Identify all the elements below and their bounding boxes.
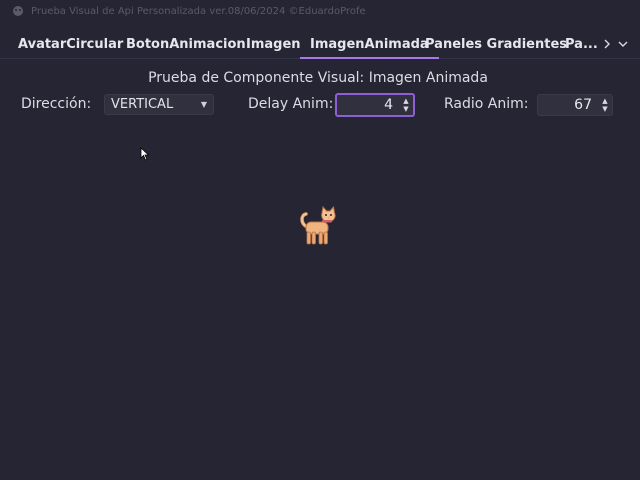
tab-boton-animacion[interactable]: BotonAnimacion — [126, 30, 246, 58]
chevron-right-icon[interactable] — [600, 30, 614, 58]
window-title: Prueba Visual de Api Personalizada ver.0… — [31, 5, 366, 17]
chevron-down-icon[interactable] — [616, 30, 630, 58]
tab-paneles-gradientes[interactable]: Paneles Gradientes — [425, 30, 567, 58]
delay-value: 4 — [384, 97, 393, 113]
app-window: Prueba Visual de Api Personalizada ver.0… — [0, 0, 640, 480]
radius-value: 67 — [574, 97, 592, 113]
spinner-arrows-icon[interactable]: ▲ ▼ — [399, 95, 413, 115]
radius-label: Radio Anim: — [444, 96, 529, 112]
direction-combo[interactable]: VERTICAL ▼ — [104, 94, 214, 115]
tab-imagen-animada[interactable]: ImagenAnimada — [300, 30, 439, 59]
triangle-down-icon: ▼ — [200, 100, 207, 109]
spinner-arrows-icon[interactable]: ▲ ▼ — [598, 95, 612, 115]
tab-imagen[interactable]: Imagen — [246, 30, 301, 58]
radius-spinner[interactable]: 67 ▲ ▼ — [537, 94, 613, 116]
cat-icon — [300, 205, 336, 245]
panel-heading: Prueba de Componente Visual: Imagen Anim… — [148, 70, 488, 86]
direction-label: Dirección: — [21, 96, 92, 112]
delay-label: Delay Anim: — [248, 96, 334, 112]
tab-avatar-circular[interactable]: AvatarCircular — [18, 30, 123, 58]
mouse-cursor-icon — [140, 147, 150, 161]
tab-truncated[interactable]: Pa... — [565, 30, 598, 58]
delay-spinner[interactable]: 4 ▲ ▼ — [335, 93, 415, 117]
direction-value: VERTICAL — [111, 97, 174, 112]
tab-bar: AvatarCircular BotonAnimacion Imagen Ima… — [0, 30, 640, 59]
app-icon — [11, 4, 25, 18]
title-bar[interactable]: Prueba Visual de Api Personalizada ver.0… — [0, 0, 640, 22]
